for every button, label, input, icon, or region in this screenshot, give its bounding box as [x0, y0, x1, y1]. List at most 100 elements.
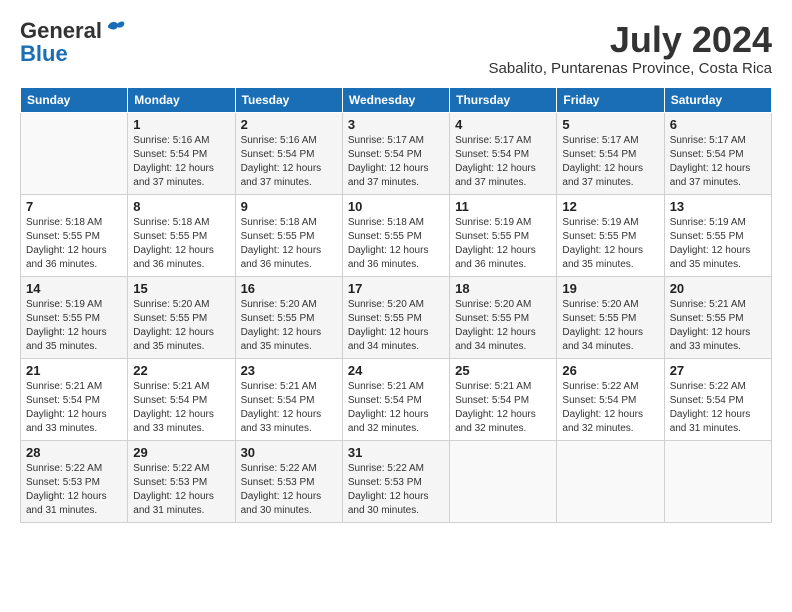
- calendar-cell: 29 Sunrise: 5:22 AM Sunset: 5:53 PM Dayli…: [128, 440, 235, 522]
- day-number: 22: [133, 363, 229, 378]
- calendar-table: SundayMondayTuesdayWednesdayThursdayFrid…: [20, 87, 772, 523]
- day-detail: Sunrise: 5:21 AM Sunset: 5:54 PM Dayligh…: [348, 380, 444, 436]
- calendar-header-friday: Friday: [557, 87, 664, 112]
- calendar-cell: 6 Sunrise: 5:17 AM Sunset: 5:54 PM Daylig…: [664, 112, 771, 194]
- day-detail: Sunrise: 5:22 AM Sunset: 5:54 PM Dayligh…: [670, 380, 766, 436]
- logo-bird-icon: [106, 18, 126, 36]
- calendar-cell: 7 Sunrise: 5:18 AM Sunset: 5:55 PM Daylig…: [21, 194, 128, 276]
- day-number: 9: [241, 199, 337, 214]
- day-number: 2: [241, 117, 337, 132]
- day-number: 29: [133, 445, 229, 460]
- day-number: 6: [670, 117, 766, 132]
- calendar-cell: [450, 440, 557, 522]
- day-number: 7: [26, 199, 122, 214]
- calendar-cell: 14 Sunrise: 5:19 AM Sunset: 5:55 PM Dayli…: [21, 276, 128, 358]
- calendar-cell: 21 Sunrise: 5:21 AM Sunset: 5:54 PM Dayli…: [21, 358, 128, 440]
- calendar-cell: 24Sunrise: 5:21 AM Sunset: 5:54 PM Dayli…: [342, 358, 449, 440]
- day-number: 20: [670, 281, 766, 296]
- day-detail: Sunrise: 5:18 AM Sunset: 5:55 PM Dayligh…: [133, 216, 229, 272]
- calendar-week-row: 7 Sunrise: 5:18 AM Sunset: 5:55 PM Daylig…: [21, 194, 772, 276]
- day-detail: Sunrise: 5:17 AM Sunset: 5:54 PM Dayligh…: [562, 134, 658, 190]
- day-detail: Sunrise: 5:20 AM Sunset: 5:55 PM Dayligh…: [455, 298, 551, 354]
- calendar-cell: [557, 440, 664, 522]
- day-detail: Sunrise: 5:22 AM Sunset: 5:54 PM Dayligh…: [562, 380, 658, 436]
- calendar-cell: 11Sunrise: 5:19 AM Sunset: 5:55 PM Dayli…: [450, 194, 557, 276]
- day-number: 14: [26, 281, 122, 296]
- logo-blue-text: Blue: [20, 41, 68, 66]
- day-detail: Sunrise: 5:20 AM Sunset: 5:55 PM Dayligh…: [133, 298, 229, 354]
- day-detail: Sunrise: 5:20 AM Sunset: 5:55 PM Dayligh…: [241, 298, 337, 354]
- day-number: 30: [241, 445, 337, 460]
- day-number: 27: [670, 363, 766, 378]
- day-number: 15: [133, 281, 229, 296]
- logo: General Blue: [20, 20, 126, 66]
- calendar-cell: 28Sunrise: 5:22 AM Sunset: 5:53 PM Dayli…: [21, 440, 128, 522]
- calendar-cell: 10 Sunrise: 5:18 AM Sunset: 5:55 PM Dayli…: [342, 194, 449, 276]
- calendar-week-row: 1 Sunrise: 5:16 AM Sunset: 5:54 PM Daylig…: [21, 112, 772, 194]
- day-detail: Sunrise: 5:19 AM Sunset: 5:55 PM Dayligh…: [26, 298, 122, 354]
- day-detail: Sunrise: 5:22 AM Sunset: 5:53 PM Dayligh…: [241, 462, 337, 518]
- day-number: 8: [133, 199, 229, 214]
- day-number: 17: [348, 281, 444, 296]
- day-detail: Sunrise: 5:16 AM Sunset: 5:54 PM Dayligh…: [133, 134, 229, 190]
- day-detail: Sunrise: 5:19 AM Sunset: 5:55 PM Dayligh…: [670, 216, 766, 272]
- day-number: 16: [241, 281, 337, 296]
- location-subtitle: Sabalito, Puntarenas Province, Costa Ric…: [489, 60, 772, 77]
- logo-general-text: General: [20, 18, 102, 43]
- calendar-header-saturday: Saturday: [664, 87, 771, 112]
- day-detail: Sunrise: 5:17 AM Sunset: 5:54 PM Dayligh…: [670, 134, 766, 190]
- calendar-week-row: 14 Sunrise: 5:19 AM Sunset: 5:55 PM Dayli…: [21, 276, 772, 358]
- calendar-header-tuesday: Tuesday: [235, 87, 342, 112]
- calendar-cell: 9 Sunrise: 5:18 AM Sunset: 5:55 PM Daylig…: [235, 194, 342, 276]
- day-detail: Sunrise: 5:19 AM Sunset: 5:55 PM Dayligh…: [562, 216, 658, 272]
- day-number: 5: [562, 117, 658, 132]
- calendar-cell: 27 Sunrise: 5:22 AM Sunset: 5:54 PM Dayli…: [664, 358, 771, 440]
- calendar-cell: 4 Sunrise: 5:17 AM Sunset: 5:54 PM Daylig…: [450, 112, 557, 194]
- calendar-header-row: SundayMondayTuesdayWednesdayThursdayFrid…: [21, 87, 772, 112]
- page-header: General Blue July 2024 Sabalito, Puntare…: [20, 20, 772, 77]
- day-detail: Sunrise: 5:16 AM Sunset: 5:54 PM Dayligh…: [241, 134, 337, 190]
- calendar-cell: 13 Sunrise: 5:19 AM Sunset: 5:55 PM Dayli…: [664, 194, 771, 276]
- day-detail: Sunrise: 5:20 AM Sunset: 5:55 PM Dayligh…: [562, 298, 658, 354]
- calendar-cell: 26 Sunrise: 5:22 AM Sunset: 5:54 PM Dayli…: [557, 358, 664, 440]
- calendar-header-thursday: Thursday: [450, 87, 557, 112]
- calendar-cell: 25Sunrise: 5:21 AM Sunset: 5:54 PM Dayli…: [450, 358, 557, 440]
- day-number: 1: [133, 117, 229, 132]
- calendar-cell: 15 Sunrise: 5:20 AM Sunset: 5:55 PM Dayli…: [128, 276, 235, 358]
- day-number: 31: [348, 445, 444, 460]
- day-number: 4: [455, 117, 551, 132]
- month-title: July 2024: [489, 20, 772, 60]
- day-number: 12: [562, 199, 658, 214]
- day-number: 13: [670, 199, 766, 214]
- calendar-cell: 2 Sunrise: 5:16 AM Sunset: 5:54 PM Daylig…: [235, 112, 342, 194]
- day-detail: Sunrise: 5:22 AM Sunset: 5:53 PM Dayligh…: [133, 462, 229, 518]
- day-detail: Sunrise: 5:18 AM Sunset: 5:55 PM Dayligh…: [348, 216, 444, 272]
- day-detail: Sunrise: 5:21 AM Sunset: 5:54 PM Dayligh…: [241, 380, 337, 436]
- calendar-header-monday: Monday: [128, 87, 235, 112]
- calendar-week-row: 21 Sunrise: 5:21 AM Sunset: 5:54 PM Dayli…: [21, 358, 772, 440]
- day-detail: Sunrise: 5:18 AM Sunset: 5:55 PM Dayligh…: [241, 216, 337, 272]
- day-number: 23: [241, 363, 337, 378]
- calendar-cell: 31 Sunrise: 5:22 AM Sunset: 5:53 PM Dayli…: [342, 440, 449, 522]
- calendar-cell: 22Sunrise: 5:21 AM Sunset: 5:54 PM Dayli…: [128, 358, 235, 440]
- calendar-cell: 5 Sunrise: 5:17 AM Sunset: 5:54 PM Daylig…: [557, 112, 664, 194]
- day-detail: Sunrise: 5:22 AM Sunset: 5:53 PM Dayligh…: [26, 462, 122, 518]
- calendar-cell: 8 Sunrise: 5:18 AM Sunset: 5:55 PM Daylig…: [128, 194, 235, 276]
- calendar-week-row: 28Sunrise: 5:22 AM Sunset: 5:53 PM Dayli…: [21, 440, 772, 522]
- day-detail: Sunrise: 5:21 AM Sunset: 5:54 PM Dayligh…: [455, 380, 551, 436]
- calendar-cell: 20Sunrise: 5:21 AM Sunset: 5:55 PM Dayli…: [664, 276, 771, 358]
- calendar-header-sunday: Sunday: [21, 87, 128, 112]
- calendar-cell: 16 Sunrise: 5:20 AM Sunset: 5:55 PM Dayli…: [235, 276, 342, 358]
- day-detail: Sunrise: 5:17 AM Sunset: 5:54 PM Dayligh…: [455, 134, 551, 190]
- day-number: 10: [348, 199, 444, 214]
- calendar-cell: [664, 440, 771, 522]
- day-number: 21: [26, 363, 122, 378]
- day-detail: Sunrise: 5:21 AM Sunset: 5:54 PM Dayligh…: [26, 380, 122, 436]
- calendar-cell: 18 Sunrise: 5:20 AM Sunset: 5:55 PM Dayli…: [450, 276, 557, 358]
- day-detail: Sunrise: 5:18 AM Sunset: 5:55 PM Dayligh…: [26, 216, 122, 272]
- day-detail: Sunrise: 5:17 AM Sunset: 5:54 PM Dayligh…: [348, 134, 444, 190]
- day-detail: Sunrise: 5:20 AM Sunset: 5:55 PM Dayligh…: [348, 298, 444, 354]
- day-detail: Sunrise: 5:22 AM Sunset: 5:53 PM Dayligh…: [348, 462, 444, 518]
- day-number: 18: [455, 281, 551, 296]
- day-number: 26: [562, 363, 658, 378]
